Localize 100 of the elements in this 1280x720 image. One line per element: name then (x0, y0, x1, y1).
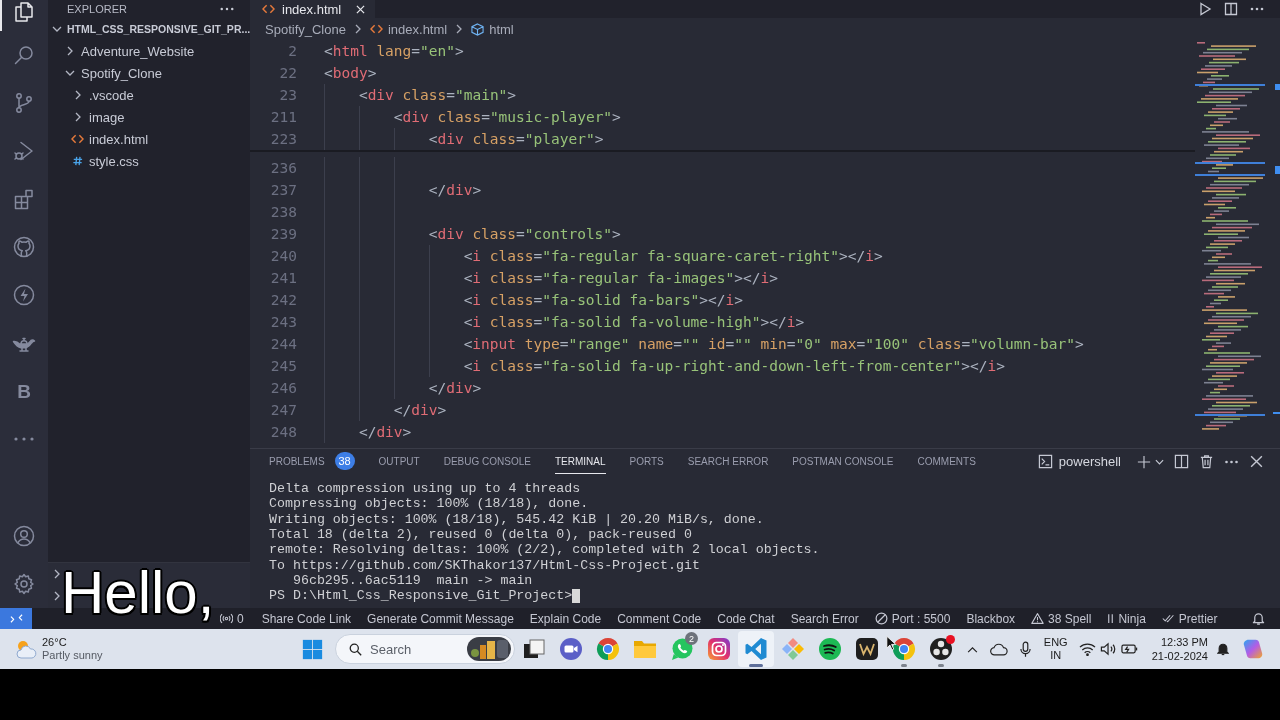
chevron-down-icon[interactable] (1155, 458, 1164, 465)
editor-tab[interactable]: index.html (250, 0, 376, 18)
cat-circle-icon (12, 235, 36, 259)
split-icon[interactable] (1174, 454, 1189, 469)
tree-item[interactable]: .vscode (48, 84, 250, 106)
terminal-line: To https://github.com/SKThakor137/Html-Css-Project.git (269, 557, 700, 574)
angle-brackets-icon (262, 4, 275, 14)
line-number: 243 (269, 313, 297, 332)
terminal-line: Delta compression using up to 4 threads (269, 481, 581, 497)
terminal-name[interactable]: powershell (1058, 454, 1121, 469)
tree-item[interactable]: image (48, 106, 250, 128)
clock-button[interactable]: 12:33 PM 21-02-2024 (1151, 635, 1208, 663)
code-line: </div> (393, 401, 447, 420)
blocked-icon (874, 612, 888, 625)
line-number: 2 (287, 42, 297, 61)
status-bar-item[interactable]: Search Error (790, 611, 859, 626)
status-bar-item[interactable]: Ninja (1107, 611, 1146, 626)
battery-icon[interactable] (1120, 643, 1138, 655)
bell-icon[interactable] (1217, 642, 1229, 656)
colorful-tile-icon[interactable] (1242, 638, 1264, 660)
temperature-text[interactable]: 26°C (42, 636, 103, 649)
status-bar-item[interactable]: Blackbox (966, 611, 1016, 626)
chevron-icon (455, 23, 464, 35)
chevron-up-icon[interactable] (966, 645, 978, 653)
code-line: <div class="controls"> (428, 225, 621, 244)
code-line: </div> (358, 423, 412, 442)
more-icon[interactable] (1224, 459, 1239, 464)
count-badge: 38 (334, 452, 355, 470)
status-bar-item[interactable]: 0 (220, 611, 244, 626)
taskbar-app-button[interactable]: 2 (664, 631, 700, 667)
line-number: 223 (269, 130, 297, 149)
panel-tab[interactable]: PROBLEMS 38 (269, 449, 355, 474)
more-icon[interactable] (1250, 7, 1264, 11)
panel-tab[interactable]: OUTPUT (378, 449, 420, 474)
breadcrumb-item[interactable]: index.html (369, 21, 448, 37)
tree-item[interactable]: style.css (48, 150, 250, 172)
camera-icon (707, 637, 731, 661)
panel-tab[interactable]: POSTMAN CONSOLE (792, 449, 894, 474)
weather-condition[interactable]: Partly sunny (42, 649, 103, 662)
wifi-icon[interactable] (1078, 642, 1096, 656)
panel-tab[interactable]: PORTS (629, 449, 664, 474)
tree-item[interactable]: Adventure_Website (48, 40, 250, 62)
more-icon[interactable] (220, 7, 234, 11)
status-bar-item[interactable]: Prettier (1161, 611, 1218, 626)
trash-icon[interactable] (1199, 454, 1214, 469)
tricolor-circle-icon (892, 637, 916, 661)
status-bar-item[interactable]: Comment Code (617, 611, 702, 626)
tree-item[interactable]: Spotify_Clone (48, 62, 250, 84)
chat-bubble-icon (670, 637, 694, 661)
sidebar-title: EXPLORER (67, 3, 127, 15)
code-line: <div class="player"> (428, 130, 604, 149)
status-bar-item[interactable]: Explain Code (529, 611, 602, 626)
line-number: 240 (269, 247, 297, 266)
close-icon[interactable] (1249, 454, 1264, 469)
plus-icon[interactable] (1137, 454, 1151, 469)
panel-tab[interactable]: DEBUG CONSOLE (443, 449, 531, 474)
split-editor-icon[interactable] (1224, 2, 1238, 16)
status-bar-item[interactable]: Generate Commit Message (367, 611, 514, 626)
panel-tab[interactable]: COMMENTS (917, 449, 976, 474)
breadcrumb-item[interactable]: Spotify_Clone (265, 21, 346, 37)
code-line: <i class="fa-regular fa-images"></i> (463, 269, 778, 288)
line-number: 246 (269, 379, 297, 398)
search-highlight-drawing[interactable] (467, 637, 511, 661)
line-number: 245 (269, 357, 297, 376)
terminal-line: Total 18 (delta 2), reused 0 (delta 0), pack-reused 0 (269, 527, 692, 543)
panel-tab[interactable]: SEARCH ERROR (687, 449, 769, 474)
status-bar-item[interactable]: Code Chat (717, 611, 775, 626)
line-number: 211 (269, 108, 297, 127)
input-language-button[interactable]: ENG IN (1040, 636, 1071, 662)
terminal-line: Writing objects: 100% (18/18), 545.42 KiB | 20.20 MiB/s, done. (269, 511, 764, 528)
line-number: 238 (269, 203, 297, 222)
close-icon[interactable] (356, 4, 366, 14)
activity-bar-button[interactable]: B (0, 367, 48, 415)
double-check-icon (1161, 612, 1175, 625)
terminal-line: remote: Resolving deltas: 100% (2/2), completed with 2 local objects. (269, 542, 820, 558)
status-bar-item[interactable]: Port : 5500 (874, 611, 951, 626)
panel-tab[interactable]: TERMINAL (554, 449, 606, 474)
volume-icon[interactable] (1099, 642, 1117, 656)
terminal-icon[interactable] (1037, 454, 1053, 469)
more-icon (12, 436, 36, 442)
breadcrumb-item[interactable]: html (471, 21, 514, 37)
code-line: </div> (428, 379, 482, 398)
run-icon[interactable] (1198, 2, 1212, 16)
bell-icon[interactable] (1251, 611, 1265, 626)
angle-brackets-icon (369, 24, 383, 34)
terminal-line: 96cb295..6ac5119 main -> main (292, 573, 533, 589)
line-number: 23 (278, 86, 297, 105)
pause-icon (1107, 612, 1115, 625)
status-bar-item[interactable]: Share Code Link (261, 611, 352, 626)
hash-icon (71, 156, 84, 166)
microphone-icon[interactable] (1019, 640, 1031, 658)
folder-header[interactable]: HTML_CSS_RESPONSIVE_GIT_PR... (48, 18, 250, 40)
code-line: <div class="music-player"> (393, 108, 621, 127)
code-line: <i class="fa-solid fa-bars"></i> (463, 291, 744, 310)
search-field[interactable]: Search (335, 634, 515, 664)
tree-item[interactable]: index.html (48, 128, 250, 150)
status-bar-item[interactable]: 38 Spell (1031, 611, 1092, 626)
code-line: <i class="fa-solid fa-volume-high"></i> (463, 313, 805, 332)
cloud-icon[interactable] (989, 642, 1008, 656)
video-camera-icon (559, 637, 583, 661)
